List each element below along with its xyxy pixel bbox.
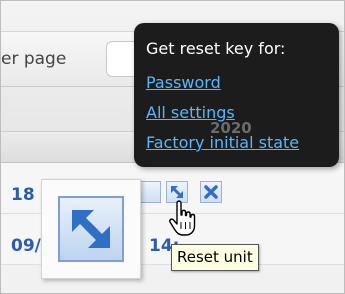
delete-button[interactable] xyxy=(200,181,222,203)
factory-initial-state-link[interactable]: Factory initial state xyxy=(146,133,299,152)
popup-title: Get reset key for: xyxy=(146,39,286,58)
reset-icon-magnifier xyxy=(41,179,141,279)
row-number-cell: 18 xyxy=(11,185,35,205)
all-settings-link[interactable]: All settings xyxy=(146,103,235,122)
row-date-cell: 09/ xyxy=(11,236,41,256)
reset-unit-tooltip: Reset unit xyxy=(171,244,259,271)
screenshot-frame: er page all 18 09/ 14: 2020 xyxy=(0,0,345,294)
per-page-label: er page xyxy=(1,49,67,69)
reset-key-popup: 2020 Get reset key for: Password All set… xyxy=(134,23,339,167)
password-link[interactable]: Password xyxy=(146,73,221,92)
row-action-button[interactable] xyxy=(139,181,161,203)
hand-pointer-icon xyxy=(169,200,196,236)
reset-unit-icon xyxy=(72,210,110,248)
delete-icon xyxy=(204,185,218,199)
magnified-reset-button xyxy=(58,196,124,262)
